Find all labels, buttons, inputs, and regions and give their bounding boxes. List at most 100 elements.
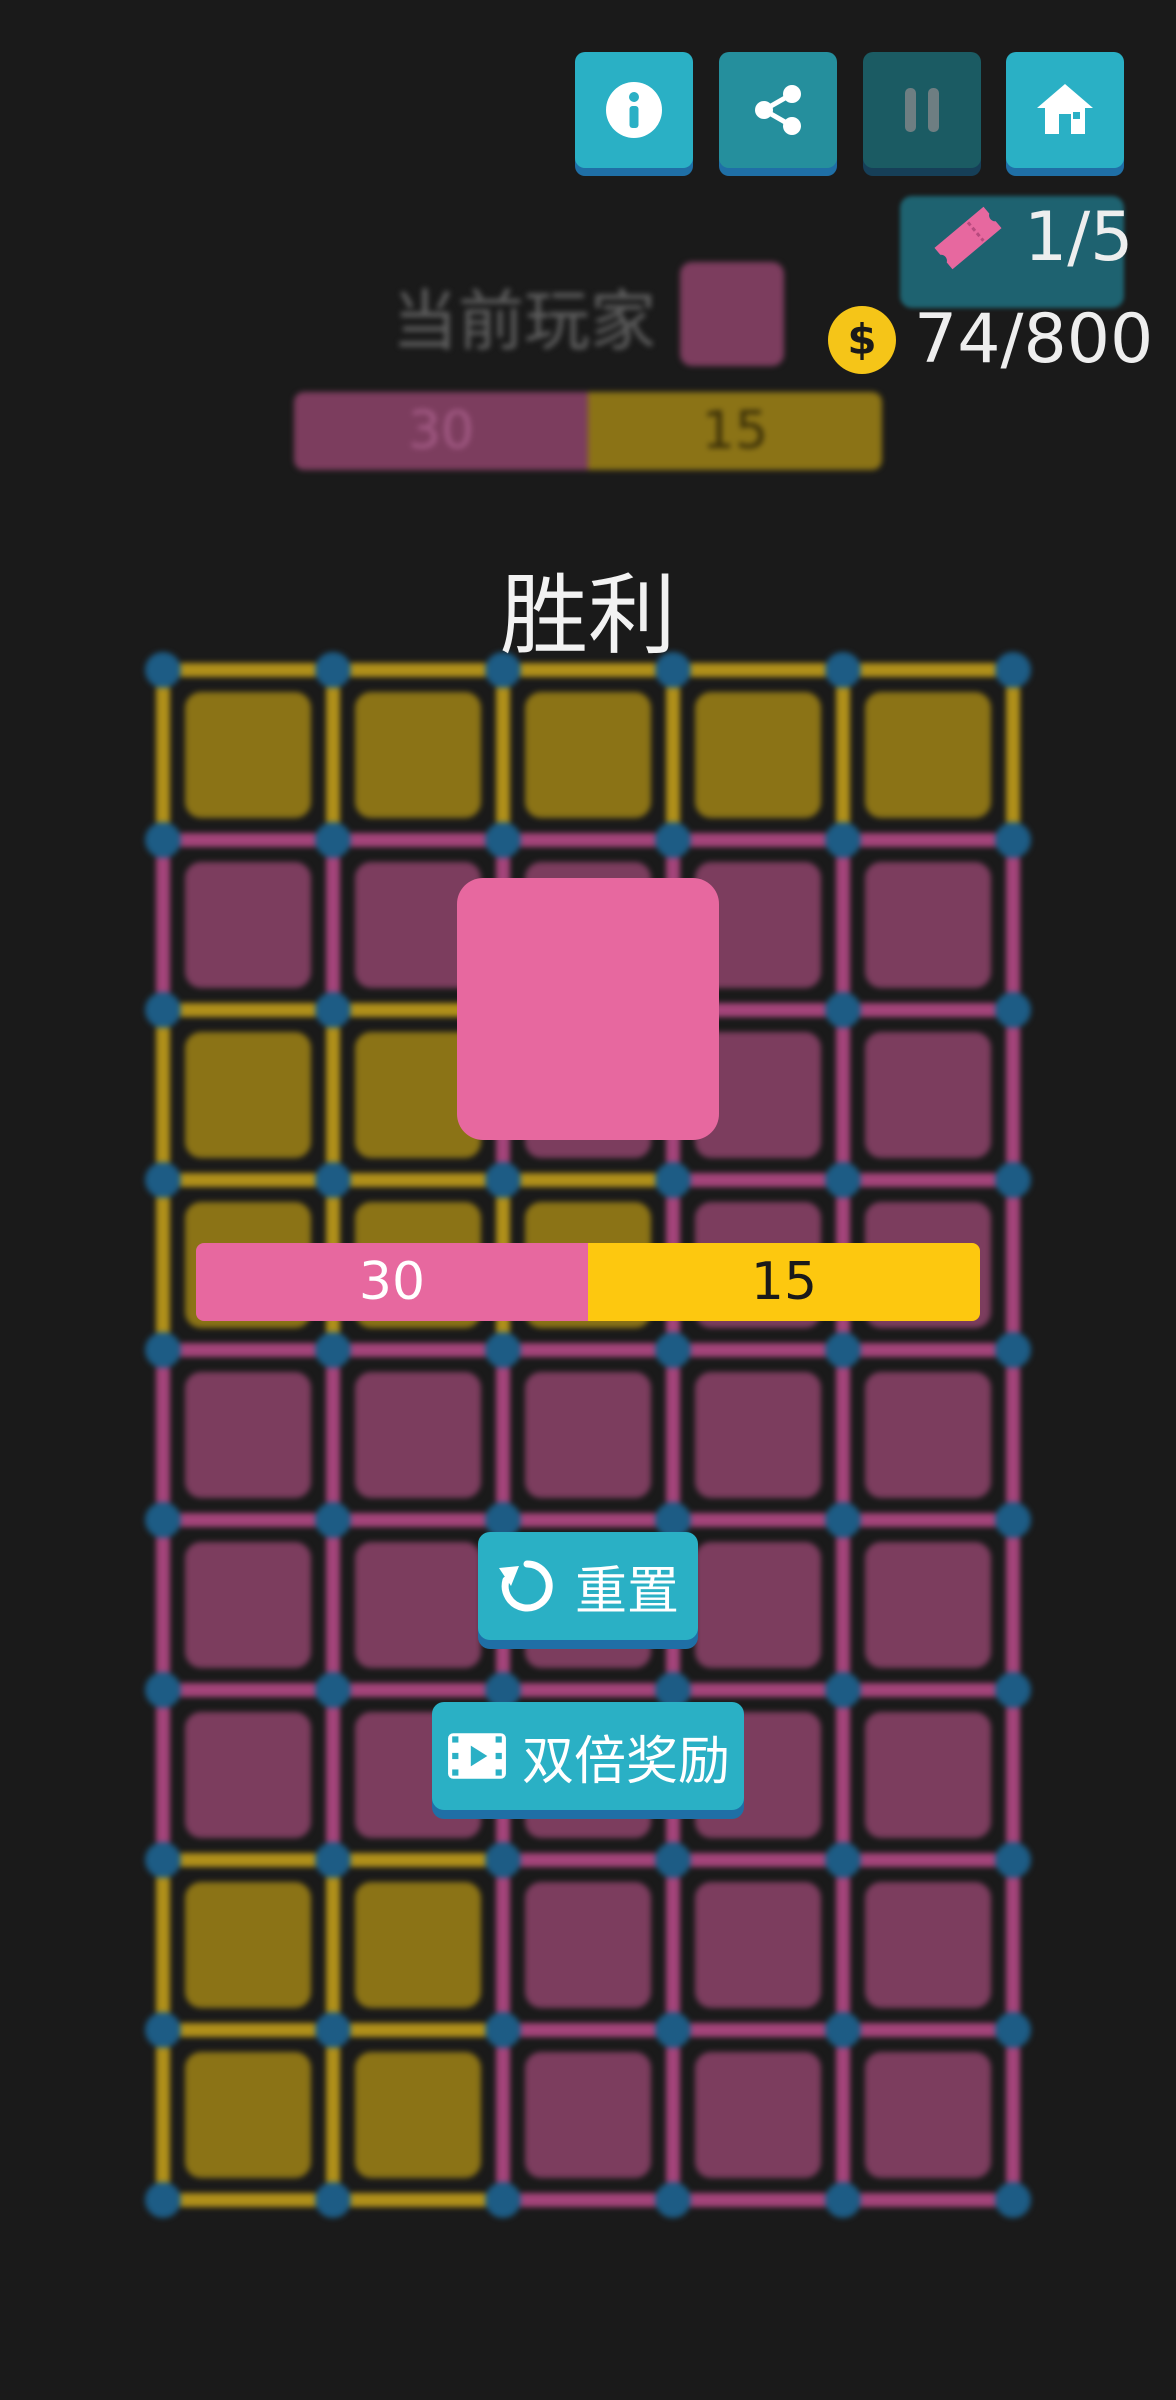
board-edge-horizontal	[517, 1343, 659, 1357]
board-edge-horizontal	[517, 1853, 659, 1867]
board-edge-vertical	[836, 1534, 850, 1676]
current-player-label: 当前玩家	[392, 283, 656, 360]
board-dot	[995, 1502, 1031, 1538]
board-cell	[865, 1372, 991, 1498]
board-edge-vertical	[666, 1364, 680, 1506]
board-edge-horizontal	[177, 2023, 319, 2037]
board-edge-vertical	[326, 1704, 340, 1846]
board-edge-vertical	[156, 2044, 170, 2186]
board-dot	[315, 992, 351, 1028]
board-edge-horizontal	[177, 2193, 319, 2207]
board-edge-horizontal	[687, 1173, 829, 1187]
board-dot	[485, 822, 521, 858]
double-reward-button[interactable]: 双倍奖励	[432, 1702, 744, 1810]
pause-icon	[905, 88, 939, 132]
board-edge-horizontal	[177, 833, 319, 847]
board-cell	[865, 692, 991, 818]
board-edge-vertical	[1006, 2044, 1020, 2186]
board-edge-vertical	[836, 1874, 850, 2016]
reset-button[interactable]: 重置	[478, 1532, 698, 1640]
board-edge-horizontal	[177, 1343, 319, 1357]
board-dot	[995, 1842, 1031, 1878]
board-edge-horizontal	[687, 2193, 829, 2207]
board-edge-vertical	[666, 2044, 680, 2186]
board-edge-vertical	[1006, 854, 1020, 996]
board-edge-horizontal	[347, 663, 489, 677]
board-edge-horizontal	[857, 833, 999, 847]
board-dot	[655, 1162, 691, 1198]
board-edge-horizontal	[177, 1683, 319, 1697]
ticket-icon	[934, 206, 1002, 270]
info-button[interactable]	[575, 52, 693, 168]
board-dot	[145, 1842, 181, 1878]
home-button[interactable]	[1006, 52, 1124, 168]
board-cell	[865, 1712, 991, 1838]
ticket-counter: 1/5	[1024, 198, 1134, 277]
board-dot	[315, 1332, 351, 1368]
board-cell	[355, 1372, 481, 1498]
board-edge-vertical	[836, 2044, 850, 2186]
board-dot	[145, 992, 181, 1028]
board-cell	[355, 1882, 481, 2008]
winner-color-tile	[457, 878, 719, 1140]
board-cell	[185, 1542, 311, 1668]
board-dot	[825, 1672, 861, 1708]
board-dot	[315, 1502, 351, 1538]
board-edge-vertical	[1006, 684, 1020, 826]
video-icon	[448, 1733, 506, 1779]
final-score-pink: 30	[196, 1243, 588, 1321]
board-dot	[145, 2012, 181, 2048]
board-edge-vertical	[666, 684, 680, 826]
board-dot	[315, 1842, 351, 1878]
board-edge-horizontal	[857, 1003, 999, 1017]
board-dot	[655, 1332, 691, 1368]
board-edge-vertical	[156, 1024, 170, 1166]
board-edge-horizontal	[687, 1343, 829, 1357]
board-edge-horizontal	[857, 1343, 999, 1357]
board-cell	[695, 2052, 821, 2178]
double-reward-label: 双倍奖励	[521, 1731, 730, 1792]
board-edge-horizontal	[517, 2193, 659, 2207]
board-dot	[995, 1332, 1031, 1368]
board-cell	[865, 1882, 991, 2008]
board-dot	[315, 1672, 351, 1708]
board-cell	[865, 1542, 991, 1668]
board-cell	[695, 692, 821, 818]
board-edge-horizontal	[347, 1343, 489, 1357]
board-dot	[145, 1672, 181, 1708]
board-edge-horizontal	[687, 1683, 829, 1697]
board-edge-horizontal	[857, 1513, 999, 1527]
reset-label: 重置	[574, 1561, 679, 1622]
board-edge-vertical	[156, 854, 170, 996]
board-dot	[315, 822, 351, 858]
board-edge-horizontal	[177, 1853, 319, 1867]
board-edge-vertical	[326, 1024, 340, 1166]
svg-text:$: $	[847, 315, 876, 364]
pause-button[interactable]	[863, 52, 981, 168]
board-dot	[995, 2182, 1031, 2218]
background-score-pink: 30	[294, 392, 588, 470]
board-cell	[185, 692, 311, 818]
board-cell	[865, 862, 991, 988]
board-cell	[355, 692, 481, 818]
board-edge-horizontal	[517, 1513, 659, 1527]
board-edge-horizontal	[347, 2023, 489, 2037]
share-button[interactable]	[719, 52, 837, 168]
board-cell	[355, 2052, 481, 2178]
board-dot	[145, 822, 181, 858]
board-edge-horizontal	[177, 663, 319, 677]
board-edge-vertical	[156, 1704, 170, 1846]
board-edge-horizontal	[857, 2193, 999, 2207]
board-cell	[525, 1372, 651, 1498]
board-edge-horizontal	[347, 833, 489, 847]
coin-icon: $	[828, 306, 896, 374]
board-dot	[655, 2012, 691, 2048]
board-edge-vertical	[326, 2044, 340, 2186]
victory-title: 胜利	[499, 564, 676, 667]
board-edge-horizontal	[347, 1683, 489, 1697]
board-dot	[655, 2182, 691, 2218]
board-dot	[825, 822, 861, 858]
reset-icon	[498, 1560, 553, 1612]
board-edge-horizontal	[177, 1003, 319, 1017]
background-score-bar: 30 15	[294, 392, 882, 470]
